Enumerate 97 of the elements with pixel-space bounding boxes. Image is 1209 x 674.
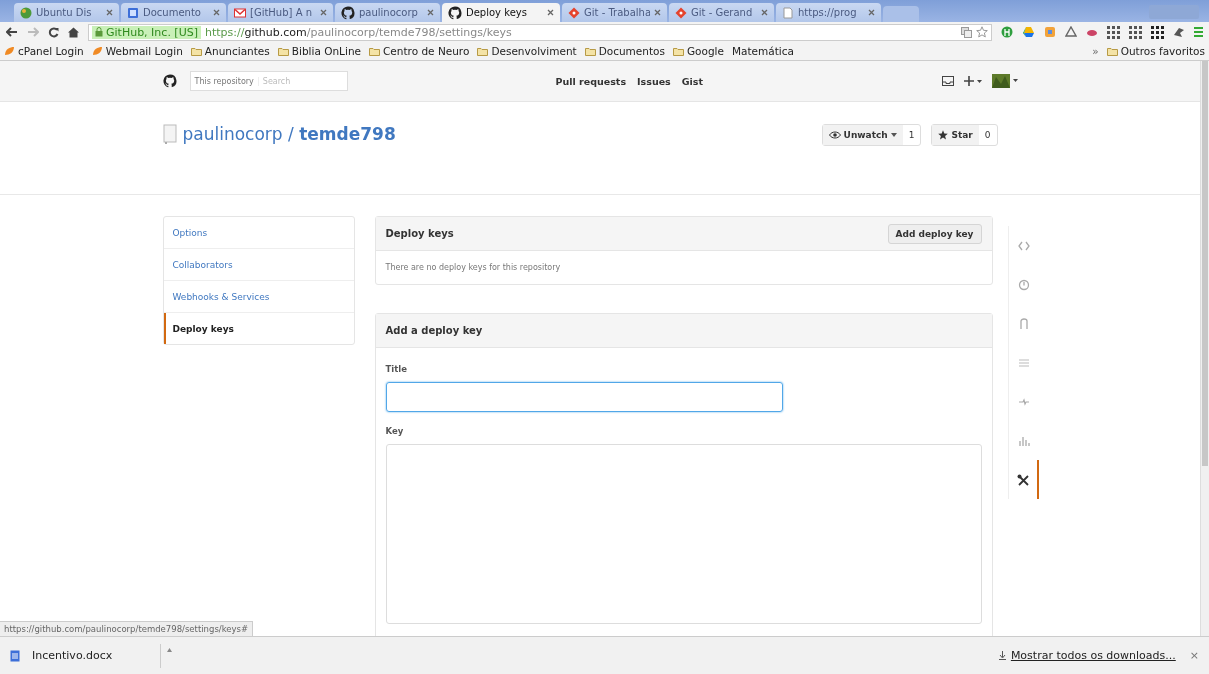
folder-icon [672, 46, 684, 56]
mail-icon [234, 6, 246, 19]
empty-message: There are no deploy keys for this repository [384, 262, 562, 274]
grid-icon[interactable] [1129, 25, 1142, 39]
bookmark[interactable]: Outros favoritos [1106, 45, 1205, 57]
address-bar[interactable]: GitHub, Inc. [US] https://github.com/paulinocorp/temde798/settings/keys [88, 23, 992, 41]
more-bookmarks-button[interactable]: » [1092, 45, 1099, 57]
close-icon[interactable] [547, 9, 554, 16]
folder-icon [369, 46, 380, 56]
show-all-downloads-link[interactable]: Mostrar todos os downloads... [998, 649, 1176, 662]
close-icon[interactable] [320, 9, 327, 16]
diamond-icon [675, 6, 687, 19]
url-text: https://github.com/paulinocorp/temde798/settings/keys [205, 25, 512, 39]
plus-caret-icon[interactable] [963, 76, 982, 86]
folder-icon [190, 46, 202, 56]
browser-tab[interactable]: Deploy keys [442, 3, 560, 22]
nav-link[interactable]: Gist [681, 75, 703, 87]
reload-icon[interactable] [48, 26, 59, 38]
bookmark[interactable]: Centro de Neuro [369, 45, 470, 57]
close-icon[interactable] [654, 9, 661, 16]
close-icon[interactable] [868, 9, 875, 16]
grid-icon[interactable] [1151, 25, 1164, 39]
github-logo-icon[interactable] [162, 74, 177, 88]
folder-icon [477, 46, 489, 56]
close-icon[interactable] [427, 9, 434, 16]
star-outline-icon[interactable] [976, 26, 988, 38]
field-label: Title [385, 364, 408, 374]
bar-chart-icon [1017, 434, 1030, 447]
search-field[interactable]: This repository Search [189, 71, 348, 91]
issue-icon [1017, 278, 1030, 291]
browser-tab[interactable]: [GitHub] A n [228, 3, 333, 22]
browser-tab[interactable]: Documento [121, 3, 226, 22]
bookmark[interactable]: Webmail Login [91, 45, 183, 57]
download-item[interactable]: Incentivo.docx [10, 649, 160, 662]
watch-button[interactable]: Unwatch [822, 125, 903, 145]
folder-icon [277, 46, 289, 56]
browser-tab[interactable]: Ubuntu Dis [14, 3, 119, 22]
page-icon [782, 6, 794, 19]
scrollbar[interactable] [1200, 61, 1209, 636]
browser-tab[interactable]: Git - Gerand [669, 3, 774, 22]
grid-icon[interactable] [1107, 25, 1120, 39]
document-icon [127, 6, 139, 19]
bookmark[interactable]: Biblia OnLine [277, 45, 361, 57]
close-button[interactable]: × [1189, 649, 1199, 662]
field-label: Key [385, 426, 405, 436]
folder-icon [584, 46, 596, 56]
document-icon [10, 649, 20, 662]
settings-icon [1016, 473, 1029, 486]
panel-title: Deploy keys [385, 228, 454, 239]
github-logo-icon [341, 5, 355, 20]
bookmark[interactable]: Matemática [732, 45, 794, 57]
github-logo-icon [448, 5, 462, 20]
settings-menu-item[interactable]: Options [163, 217, 354, 249]
lock-icon [95, 27, 103, 37]
home-icon[interactable] [68, 26, 79, 38]
bookmark[interactable]: Desenvolviment [477, 45, 577, 57]
code-icon [1017, 239, 1030, 252]
browser-tab[interactable]: Git - Trabalha [562, 3, 667, 22]
pull-request-icon [1017, 317, 1030, 330]
menu-icon[interactable] [1194, 26, 1203, 38]
bookmark[interactable]: Anunciantes [190, 45, 270, 57]
scrollbar-thumb[interactable] [1202, 61, 1208, 466]
settings-menu-item[interactable]: Webhooks & Services [163, 281, 354, 313]
avatar-icon[interactable] [991, 74, 1018, 88]
add-deploy-key-button[interactable]: Add deploy key [887, 223, 982, 244]
bookmark[interactable]: Documentos [584, 45, 665, 57]
bookmark[interactable]: cPanel Login [4, 45, 84, 57]
folder-icon [1106, 46, 1118, 56]
title-input-field[interactable] [385, 382, 783, 412]
settings-menu-item[interactable]: Collaborators [163, 249, 354, 281]
security-badge: GitHub, Inc. [US] [92, 25, 201, 39]
close-icon[interactable] [106, 9, 113, 16]
settings-menu-item[interactable]: Deploy keys [163, 313, 354, 344]
back-icon[interactable] [6, 27, 18, 37]
browser-tab[interactable]: https://prog [776, 3, 881, 22]
repo-title[interactable]: paulinocorp / temde798 [182, 124, 396, 144]
triangle-icon[interactable] [1022, 26, 1035, 38]
status-url: https://github.com/paulinocorp/temde798/settings/keys# [0, 621, 254, 636]
star-button[interactable]: Star [932, 125, 979, 145]
diamond-icon [568, 6, 580, 19]
panel-title: Add a deploy key [385, 325, 483, 336]
inbox-icon[interactable] [941, 76, 954, 86]
nav-link[interactable]: Pull requests [555, 75, 627, 87]
browser-tab[interactable]: paulinocorp [335, 3, 440, 22]
close-icon[interactable] [213, 9, 220, 16]
caret-icon [167, 647, 172, 652]
close-icon[interactable] [761, 9, 768, 16]
caret-icon [890, 133, 897, 137]
star-count[interactable]: 0 [978, 130, 997, 140]
eye-icon [828, 131, 841, 139]
book-icon [162, 124, 177, 144]
download-icon [998, 651, 1006, 660]
watch-count[interactable]: 1 [902, 130, 921, 140]
list-icon [1017, 356, 1030, 369]
star-icon [938, 130, 949, 140]
nav-link[interactable]: Issues [637, 75, 671, 87]
bookmark[interactable]: Google [672, 45, 724, 57]
